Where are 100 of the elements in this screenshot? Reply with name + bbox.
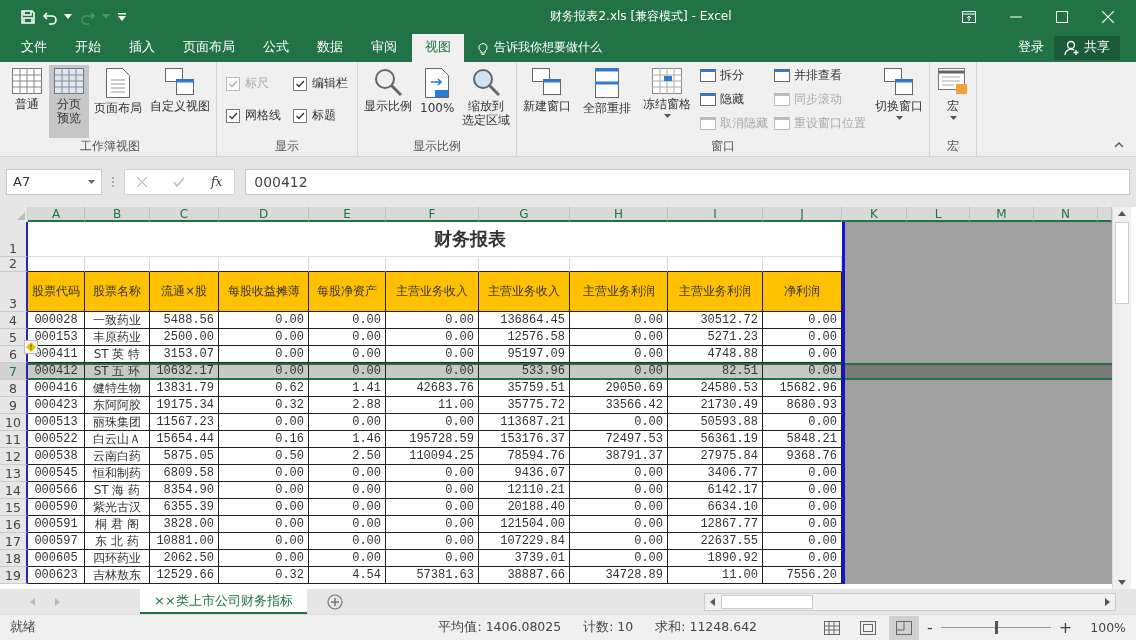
ribbon-tab[interactable]: 页面布局 [170,33,248,62]
ribbon-button[interactable]: 宏 [933,64,974,138]
ribbon-display-icon[interactable] [962,10,976,23]
table-cell: 0.00 [219,413,309,431]
table-cell: 000623 [28,566,85,584]
table-cell: 0.00 [309,481,386,499]
name-box[interactable]: A7 [6,168,102,195]
table-cell: 0.00 [570,413,668,431]
ribbon-button[interactable]: 新建窗口 [520,64,575,135]
ribbon-tab[interactable]: 文件 [8,33,60,62]
ribbon-tab[interactable]: 审阅 [358,33,410,62]
scroll-left-icon[interactable] [710,597,715,606]
insert-function-button[interactable]: fx [211,174,223,189]
table-cell: 8680.93 [763,396,842,414]
column-header[interactable] [1098,206,1112,222]
page-break-view-button[interactable] [889,615,920,640]
column-header[interactable]: A [28,206,85,222]
table-cell: 0.00 [570,549,668,567]
table-cell: 0.00 [386,549,479,567]
column-header[interactable]: C [150,206,219,222]
window-icon [700,69,717,83]
zoom-in-button[interactable]: + [1058,618,1073,638]
sheet-grid-icon [12,67,42,94]
ribbon-button[interactable]: 页面布局 [91,64,145,138]
column-header[interactable]: M [970,206,1034,222]
sheet-tab[interactable]: ××类上市公司财务指标 [140,589,307,615]
caret-icon[interactable] [64,14,72,20]
minimize-icon[interactable] [1010,15,1022,18]
checkbox[interactable]: 网格线 [226,100,281,131]
column-header[interactable]: K [842,206,907,222]
ribbon-tab[interactable]: 数据 [304,33,356,62]
ribbon-button[interactable]: 切换窗口 [872,64,927,135]
ribbon-button[interactable]: 全部重排 [580,64,635,135]
drag-handle-icon[interactable] [112,176,114,187]
tell-me-field[interactable]: 告诉我你想要做什么 [494,39,602,57]
group-label: 显示 [274,137,300,155]
add-sheet-icon[interactable] [326,593,343,610]
table-cell: 000545 [28,464,85,482]
table-cell: 2500.00 [150,328,219,346]
column-header[interactable]: N [1034,206,1098,222]
scroll-right-icon[interactable] [1105,597,1110,606]
table-cell: 35759.51 [479,379,570,397]
ribbon-button[interactable]: 普通 [7,64,47,138]
checkbox[interactable]: 标题 [293,100,348,131]
ribbon-button[interactable]: 隐藏 [700,88,769,111]
header-cell: 每股收益摊薄 [219,271,309,312]
row-header[interactable]: 3 [0,271,28,312]
column-header[interactable]: F [386,206,479,222]
table-cell: 0.00 [570,498,668,516]
column-header[interactable]: I [668,206,763,222]
horizontal-scrollbar[interactable] [704,592,1116,611]
column-header[interactable]: H [570,206,668,222]
share-button[interactable]: 共享 [1054,35,1120,60]
checkbox[interactable]: 编辑栏 [293,68,348,99]
table-cell: 33566.42 [570,396,668,414]
column-header[interactable]: B [85,206,150,222]
ribbon-button[interactable]: 分页 预览 [49,64,89,138]
scroll-up-icon[interactable] [1118,210,1126,216]
ribbon-tab[interactable]: 公式 [250,33,302,62]
ribbon-button[interactable]: 缩放到 选定区域 [459,64,514,138]
ribbon-tab[interactable]: 开始 [62,33,114,62]
scroll-thumb[interactable] [1115,221,1129,304]
column-header[interactable]: G [479,206,570,222]
macro-icon [938,67,969,96]
ribbon-button[interactable]: 冻结窗格 [640,64,695,135]
table-cell: 19175.34 [150,396,219,414]
table-cell: 0.00 [570,481,668,499]
ribbon-button[interactable]: 拆分 [700,64,769,87]
table-cell: 0.32 [219,396,309,414]
table-cell: 0.00 [763,311,842,329]
table-cell: 0.00 [763,413,842,431]
save-icon[interactable] [20,8,36,25]
row-header[interactable]: 1 [0,221,28,257]
ribbon-tab[interactable]: 插入 [116,33,168,62]
header-cell: 流通×股 [150,271,219,312]
customize-icon[interactable] [118,12,126,21]
table-cell: 9368.76 [763,447,842,465]
close-icon[interactable] [1102,10,1114,23]
windows-icon [165,67,195,96]
table-cell: 0.00 [386,498,479,516]
maximize-icon[interactable] [1056,10,1068,23]
column-header[interactable]: E [309,206,386,222]
ribbon-button[interactable]: 显示比例 [361,64,415,138]
check-icon[interactable] [173,176,185,187]
ribbon-button[interactable]: 自定义视图 [147,64,213,138]
ribbon-button[interactable]: 并排查看 [774,64,867,87]
zoom-out-button[interactable]: - [927,618,933,638]
ribbon-button[interactable]: 100% [417,64,458,138]
column-header[interactable]: L [907,206,970,222]
table-cell: 0.16 [219,430,309,448]
vertical-scrollbar[interactable] [1112,206,1131,590]
scroll-thumb[interactable] [721,594,813,609]
table-cell: 21730.49 [668,396,763,414]
collapse-ribbon-icon[interactable] [1114,141,1124,148]
column-header[interactable]: D [219,206,309,222]
zoom-level[interactable]: 100% [1090,620,1126,636]
scroll-down-icon[interactable] [1118,580,1126,586]
sign-in-link[interactable]: 登录 [1008,33,1054,62]
formula-field[interactable]: 000412 [245,168,1130,195]
ribbon-tab[interactable]: 视图 [412,33,464,62]
